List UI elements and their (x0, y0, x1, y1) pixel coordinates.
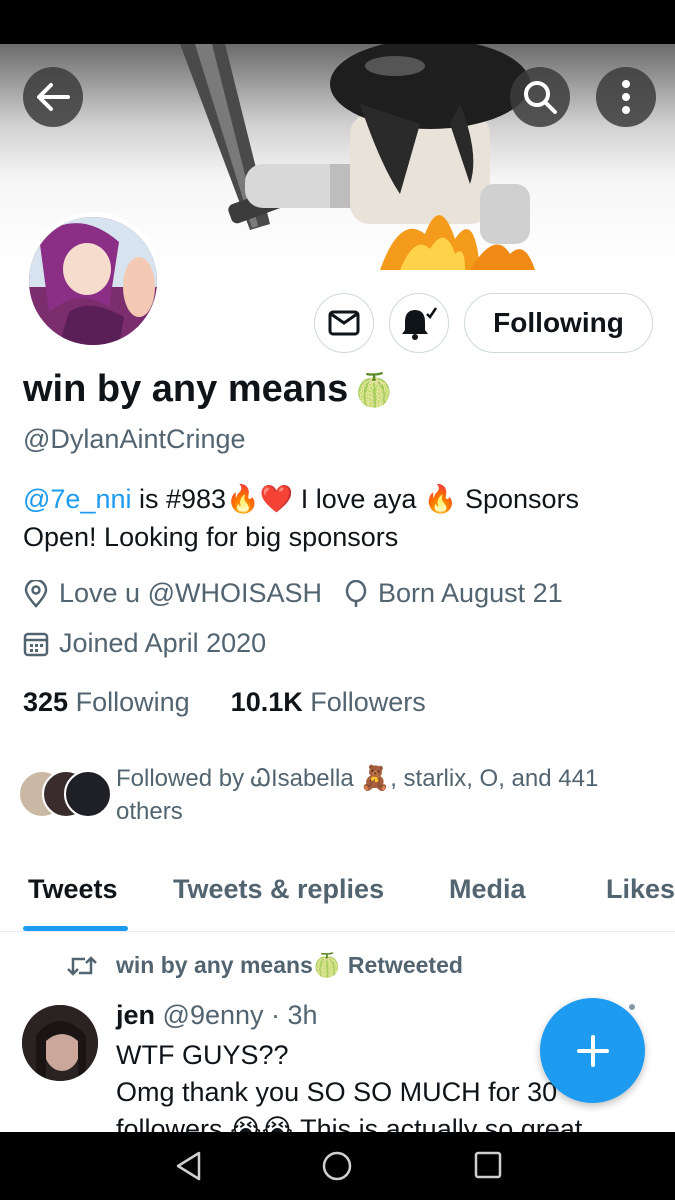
nav-back-icon[interactable] (173, 1150, 205, 1182)
profile-bio: @7e_nni is #983🔥❤️ I love aya 🔥 Sponsors… (23, 480, 643, 556)
system-navigation-bar (0, 1132, 675, 1200)
followed-by-avatars (18, 770, 112, 818)
profile-meta-row-2: Joined April 2020 (23, 628, 266, 659)
location-pin-icon (24, 579, 48, 608)
followed-by-text: Followed by ᏇIsabella 🧸, starlix, O, and… (116, 765, 599, 825)
back-button[interactable] (23, 67, 83, 127)
following-count: 325 (23, 687, 69, 717)
compose-tweet-button[interactable] (540, 998, 645, 1103)
nav-recents-icon[interactable] (473, 1150, 503, 1180)
message-button[interactable] (314, 293, 374, 353)
plus-icon (576, 1034, 609, 1067)
tab-tweets-replies[interactable]: Tweets & replies (173, 874, 384, 905)
joined-text: Joined April 2020 (59, 628, 267, 658)
followers-count: 10.1K (230, 687, 303, 717)
retweet-label: win by any means🍈 Retweeted (116, 952, 463, 978)
tab-tweets[interactable]: Tweets (28, 874, 118, 905)
display-name-text: win by any means (23, 368, 349, 410)
bio-mention-link[interactable]: @7e_nni (23, 484, 132, 514)
tweet-header: jen @9enny · 3h (116, 1000, 318, 1031)
arrow-left-icon (37, 83, 70, 111)
nav-home-icon[interactable] (321, 1150, 353, 1182)
following-count-link[interactable]: 325 Following (23, 687, 190, 717)
bio-line2-text: Open! Looking for big sponsors (23, 522, 399, 552)
search-button[interactable] (510, 67, 570, 127)
bell-check-icon (402, 307, 438, 340)
tweet-author-name[interactable]: jen (116, 1000, 155, 1030)
followers-label: Followers (310, 687, 426, 717)
location-text: Love u @WHOISASH (59, 578, 322, 608)
author-avatar-image (22, 1005, 98, 1081)
more-vertical-icon (622, 80, 630, 114)
tab-likes[interactable]: Likes (606, 874, 675, 905)
tweet-author-avatar[interactable] (22, 1005, 98, 1081)
tab-media[interactable]: Media (449, 874, 526, 905)
retweet-icon (67, 955, 97, 976)
following-button[interactable]: Following (464, 293, 653, 353)
more-options-button[interactable] (596, 67, 656, 127)
search-icon (524, 81, 557, 114)
bio-line1-text: is #983🔥❤️ I love aya 🔥 Sponsors (131, 484, 580, 514)
follower-avatar (64, 770, 112, 818)
profile-tabs: Tweets Tweets & replies Media Likes (0, 860, 675, 932)
profile-handle: @DylanAintCringe (23, 424, 246, 454)
avatar-image (29, 217, 157, 345)
envelope-icon (328, 310, 360, 336)
followers-count-link[interactable]: 10.1K Followers (231, 687, 426, 717)
following-label: Following (75, 687, 190, 717)
birthday-text: Born August 21 (378, 578, 563, 608)
profile-avatar[interactable] (24, 212, 162, 350)
active-tab-indicator (23, 926, 128, 931)
follow-counts: 325 Following 10.1K Followers (23, 687, 426, 718)
tweet-author-handle-time: @9enny · 3h (162, 1000, 318, 1030)
notifications-button[interactable] (389, 293, 449, 353)
melon-emoji: 🍈 (354, 371, 395, 408)
status-bar (0, 0, 675, 44)
calendar-icon (23, 632, 49, 656)
retweet-indicator[interactable]: win by any means🍈 Retweeted (66, 952, 463, 979)
display-name: win by any means 🍈 (23, 368, 394, 411)
profile-meta-row-1: Love u @WHOISASH Born August 21 (23, 578, 563, 609)
balloon-icon (345, 579, 367, 607)
